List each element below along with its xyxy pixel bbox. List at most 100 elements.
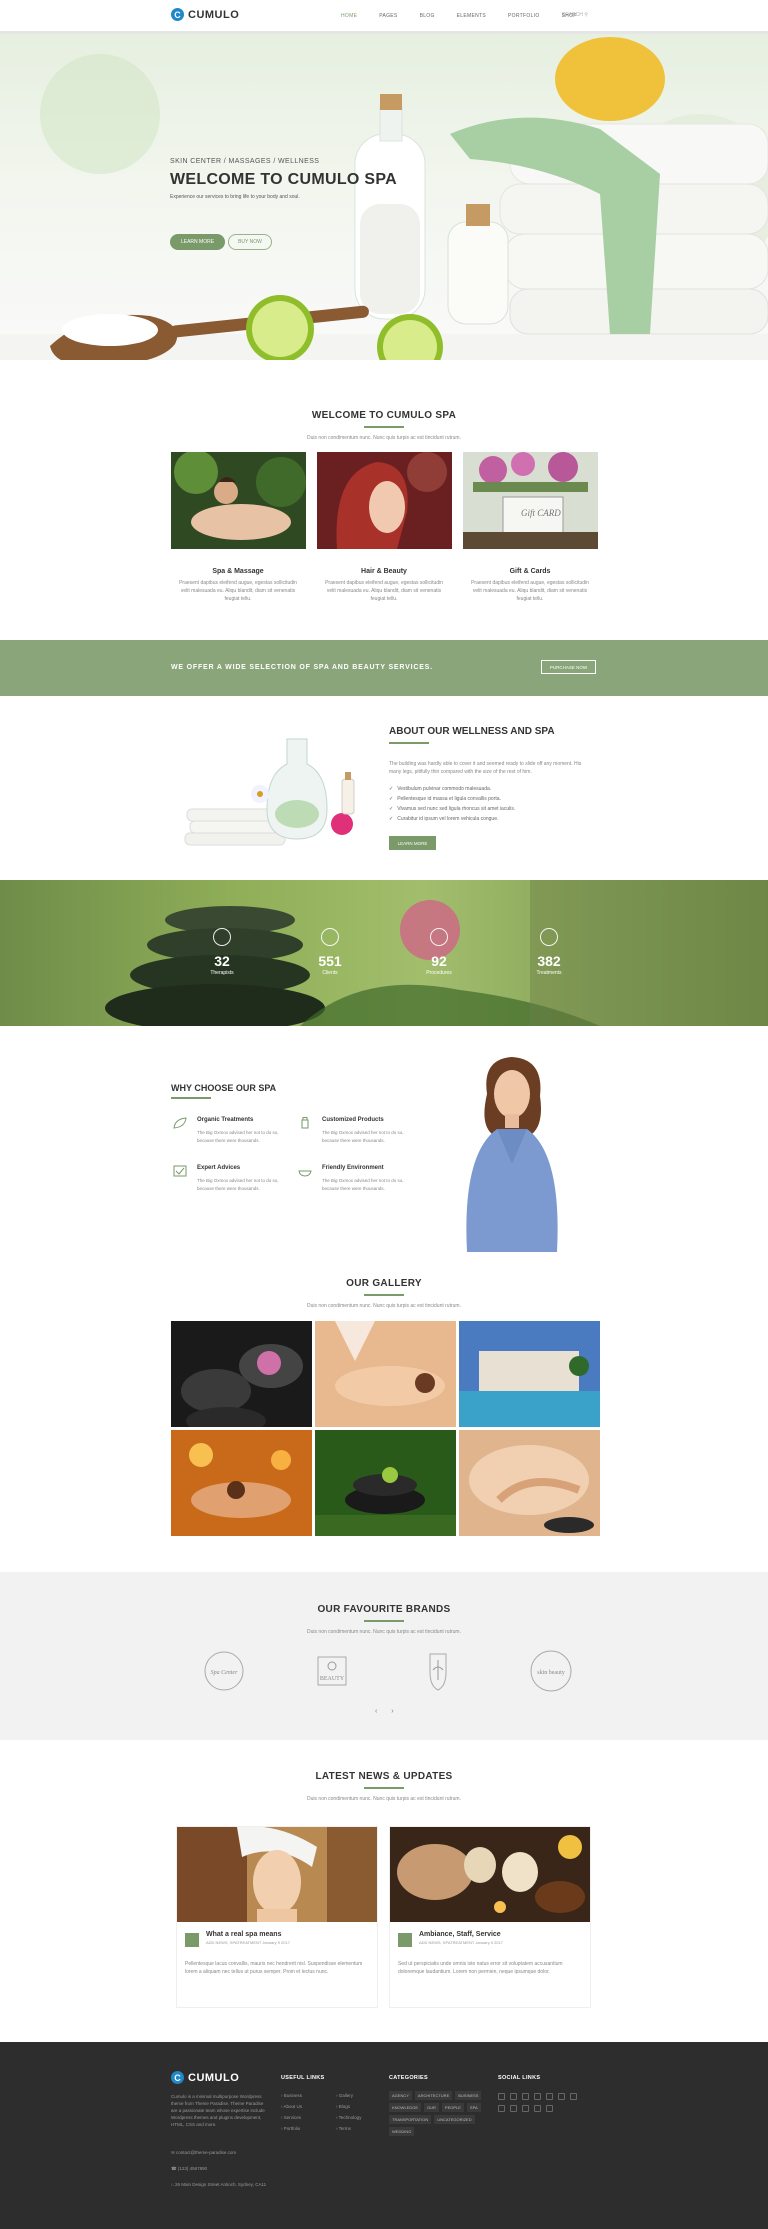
post-excerpt: Pellentesque lacus convallis, mauris nec… — [185, 1961, 363, 1975]
gallery-image[interactable] — [459, 1321, 600, 1427]
list-item: ✓ Curabitur id ipsum vel lorem vehicula c… — [389, 816, 499, 822]
check-icon: ✓ — [389, 816, 394, 822]
pinterest-icon[interactable] — [546, 2093, 553, 2100]
about-learn-more-button[interactable]: LEARN MORE — [389, 836, 436, 850]
brands-subtitle: Duis non condimentum nunc. Nunc quis tur… — [307, 1629, 461, 1635]
about-description: The building was hardly able to cover it… — [389, 761, 582, 775]
category-tag[interactable]: AGENCY — [389, 2091, 412, 2100]
twitter-icon[interactable] — [510, 2093, 517, 2100]
news-section: LATEST NEWS & UPDATES Duis non condiment… — [0, 1740, 768, 2042]
nav-blog[interactable]: BLOG — [420, 13, 435, 19]
post-title[interactable]: What a real spa means — [206, 1931, 281, 1938]
gallery-image[interactable] — [459, 1430, 600, 1536]
bathtub-icon — [298, 1170, 312, 1177]
brand-logo[interactable]: BEAUTY — [309, 1648, 355, 1694]
hero-banner: SKIN CENTER / MASSAGES / WELLNESS WELCOM… — [0, 34, 768, 360]
search-input[interactable]: SEARCH ⚲ — [562, 12, 588, 18]
nav-portfolio[interactable]: PORTFOLIO — [508, 13, 540, 19]
service-card-spa[interactable]: Spa & Massage Praesent dapibus eleifend … — [170, 450, 306, 603]
facebook-icon[interactable] — [498, 2093, 505, 2100]
check-icon: ✓ — [389, 786, 394, 792]
brand-logo[interactable]: skin beauty — [528, 1648, 574, 1694]
nav-home[interactable]: HOME — [341, 13, 357, 19]
category-tag[interactable]: TRANSPORTATION — [389, 2115, 432, 2124]
useful-links-title: USEFUL LINKS — [281, 2075, 325, 2081]
category-tag[interactable]: OUR — [424, 2103, 439, 2112]
service-card-hair[interactable]: Hair & Beauty Praesent dapibus eleifend … — [316, 452, 452, 603]
category-tag[interactable]: ARCHITECTURE — [414, 2091, 453, 2100]
service-image — [170, 450, 306, 549]
footer-logo[interactable]: C CUMULO — [171, 2071, 239, 2084]
dribbble-icon[interactable] — [510, 2105, 517, 2112]
footer-contact: ✉ contact@theme-paradise.com ☎ (123) 456… — [171, 2150, 267, 2187]
category-tag[interactable]: KNOWLEDGE — [389, 2103, 422, 2112]
purchase-now-button[interactable]: PURCHASE NOW — [541, 660, 596, 674]
news-post[interactable]: Ambiance, Staff, Service ADD NEWS, SPATR… — [390, 1827, 590, 2007]
svg-text:skin beauty: skin beauty — [537, 1670, 565, 1676]
leaf-icon — [173, 1117, 187, 1129]
social-links — [498, 2093, 588, 2112]
buy-now-button[interactable]: BUY NOW — [228, 234, 272, 250]
promo-banner: WE OFFER A WIDE SELECTION OF SPA AND BEA… — [0, 640, 768, 696]
useful-links-col1: › Business › About Us › Services › Portf… — [281, 2093, 303, 2131]
service-card-gift[interactable]: Gift CARD Gift & Cards Praesent dapibus … — [462, 452, 598, 603]
category-tag[interactable]: SPA — [466, 2103, 481, 2112]
post-title[interactable]: Ambiance, Staff, Service — [419, 1931, 501, 1938]
list-item: ✓ Pellentesque id massa et ligula convall… — [389, 796, 501, 802]
logo-text: CUMULO — [188, 8, 240, 21]
gallery-image[interactable] — [315, 1430, 456, 1536]
hero-title: WELCOME TO CUMULO SPA — [170, 171, 398, 188]
service-title: Spa & Massage — [212, 568, 264, 575]
hero-subtitle: SKIN CENTER / MASSAGES / WELLNESS — [170, 158, 320, 165]
about-list: ✓ Vestibulum pulvinar commodo malesuada. … — [389, 786, 515, 826]
gallery-image[interactable] — [171, 1321, 312, 1427]
service-text: Praesent dapibus eleifend augue, egestas… — [179, 580, 297, 602]
rss-icon[interactable] — [534, 2105, 541, 2112]
site-header: C CUMULO HOME PAGES BLOG ELEMENTS PORTFO… — [0, 0, 768, 34]
chevron-right-icon[interactable]: › — [391, 1708, 399, 1715]
section-title: WELCOME TO CUMULO SPA — [311, 410, 457, 421]
vimeo-icon[interactable] — [522, 2105, 529, 2112]
site-logo[interactable]: C CUMULO — [171, 8, 239, 21]
logo-text: CUMULO — [188, 2071, 240, 2084]
why-title: WHY CHOOSE OUR SPA — [171, 1083, 277, 1093]
gallery-image[interactable] — [171, 1430, 312, 1536]
category-tag[interactable]: WEDDING — [389, 2127, 415, 2136]
post-image — [390, 1827, 590, 1922]
hero-description: Experience our services to bring life to… — [170, 194, 300, 200]
post-image — [177, 1826, 377, 1922]
google-plus-icon[interactable] — [522, 2093, 529, 2100]
nav-elements[interactable]: ELEMENTS — [457, 13, 486, 19]
counters-section: 32 Therapists 551 Clients 92 Procedures … — [0, 880, 768, 1026]
news-title: LATEST NEWS & UPDATES — [315, 1771, 453, 1782]
skype-icon[interactable] — [546, 2105, 553, 2112]
nav-pages[interactable]: PAGES — [379, 13, 397, 19]
category-tag[interactable]: UNCATEGORIZED — [434, 2115, 475, 2124]
search-icon: ⚲ — [584, 12, 588, 18]
learn-more-button[interactable]: LEARN MORE — [170, 234, 225, 250]
hero-image — [0, 37, 768, 360]
logo-icon: C — [171, 2071, 184, 2084]
instagram-icon[interactable] — [558, 2093, 565, 2100]
therapist-icon — [213, 928, 231, 946]
youtube-icon[interactable] — [570, 2093, 577, 2100]
svg-text:Spa Center: Spa Center — [211, 1670, 238, 1676]
check-icon: ✓ — [389, 806, 394, 812]
brand-logo[interactable]: Spa Center — [201, 1648, 247, 1694]
logo-icon: C — [171, 8, 184, 21]
location-icon: ⌂ — [171, 2182, 174, 2187]
news-post[interactable]: What a real spa means ADD NEWS, SPATREAT… — [177, 1826, 377, 2007]
why-choose-section: WHY CHOOSE OUR SPA Organic Treatments Th… — [0, 1026, 768, 1252]
post-format-icon — [398, 1933, 412, 1947]
category-tag[interactable]: BUSINESS — [455, 2091, 482, 2100]
service-title: Hair & Beauty — [361, 568, 407, 575]
gallery-image[interactable] — [315, 1321, 456, 1427]
category-tag[interactable]: PEOPLE — [441, 2103, 464, 2112]
svg-text:BEAUTY: BEAUTY — [320, 1676, 345, 1682]
brand-logo[interactable] — [415, 1648, 461, 1694]
post-meta: ADD NEWS, SPATREATMENT January 9 2017 — [419, 1940, 503, 1945]
linkedin-icon[interactable] — [534, 2093, 541, 2100]
post-meta: ADD NEWS, SPATREATMENT January 9 2017 — [206, 1940, 290, 1945]
chevron-left-icon[interactable]: ‹ — [375, 1708, 383, 1715]
flickr-icon[interactable] — [498, 2105, 505, 2112]
